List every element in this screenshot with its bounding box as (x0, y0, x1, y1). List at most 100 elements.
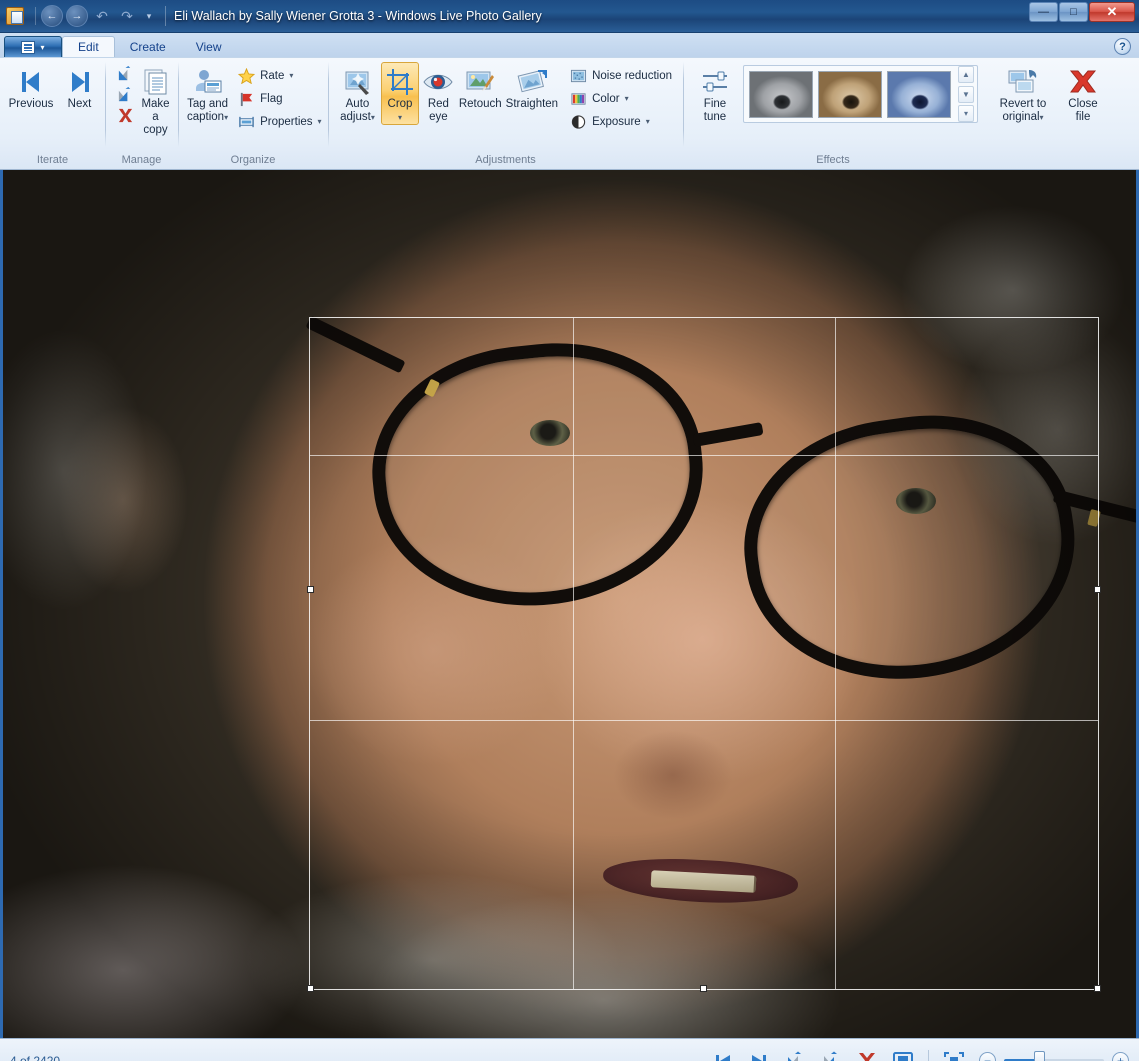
tag-and-caption-label: Tag and caption▾ (187, 98, 228, 124)
slideshow-button[interactable] (892, 1050, 914, 1061)
title-divider-2 (165, 6, 166, 26)
retouch-button[interactable]: Retouch (458, 62, 503, 112)
crop-handle-right-middle[interactable] (1094, 586, 1101, 593)
help-icon[interactable]: ? (1114, 38, 1131, 55)
zoom-slider-handle[interactable] (1034, 1050, 1045, 1061)
make-a-copy-line2: a copy (143, 111, 168, 137)
crop-handle-left-middle[interactable] (307, 586, 314, 593)
crop-handle-bottom-right[interactable] (1094, 985, 1101, 992)
previous-button[interactable]: Previous (8, 62, 54, 112)
effects-scroll-down-button[interactable]: ▼ (958, 85, 974, 103)
forward-icon[interactable]: → (66, 5, 88, 27)
chevron-down-icon: ▾ (645, 117, 650, 126)
chevron-down-icon: ▾ (1039, 113, 1044, 123)
flag-button[interactable]: Flag (233, 87, 326, 110)
delete-photo-button[interactable] (856, 1050, 878, 1061)
delete-button[interactable] (113, 105, 138, 126)
back-icon[interactable]: ← (41, 5, 63, 27)
minimize-button[interactable]: — (1029, 2, 1058, 22)
effect-thumbnail-cyanotype[interactable] (887, 70, 951, 118)
tag-line2: caption (187, 111, 225, 124)
chevron-down-icon: ▾ (224, 113, 229, 123)
crop-selection[interactable] (309, 317, 1099, 990)
rotate-counterclockwise-button[interactable] (784, 1050, 806, 1061)
crop-handle-bottom-left[interactable] (307, 985, 314, 992)
next-photo-button[interactable] (748, 1050, 770, 1061)
group-label-organize: Organize (230, 154, 276, 166)
zoom-in-button[interactable]: + (1112, 1052, 1129, 1061)
rotate-clockwise-button[interactable] (820, 1050, 842, 1061)
effect-thumbnail-sepia[interactable] (818, 70, 882, 118)
crop-handle-bottom-center[interactable] (700, 985, 707, 992)
chevron-down-icon: ▾ (289, 71, 294, 80)
tab-create[interactable]: Create (115, 36, 181, 57)
crop-button[interactable]: Crop ▾ (380, 62, 420, 126)
make-a-copy-label: Make a copy (140, 98, 171, 138)
effect-thumbnail-black-and-white[interactable] (749, 70, 813, 118)
red-eye-button[interactable]: Red eye (421, 62, 456, 125)
chevron-down-icon: ▾ (624, 94, 629, 103)
fine-tune-button[interactable]: Fine tune (691, 62, 739, 125)
zoom-control[interactable]: − + (979, 1050, 1129, 1061)
next-button[interactable]: Next (60, 62, 99, 112)
rate-button[interactable]: Rate ▾ (233, 64, 326, 87)
rotate-right-button[interactable] (113, 84, 138, 105)
tab-view[interactable]: View (181, 36, 237, 57)
rotate-left-button[interactable] (113, 63, 138, 84)
effects-gallery[interactable]: ▲ ▼ ▾ (743, 65, 978, 123)
status-bar-controls[interactable]: − + (712, 1049, 1129, 1061)
effects-scroll-up-button[interactable]: ▲ (958, 66, 974, 83)
effects-more-button[interactable]: ▾ (958, 105, 974, 122)
properties-button[interactable]: Properties ▾ (233, 110, 326, 133)
fine-tune-icon (699, 66, 731, 98)
effects-scrollbar[interactable]: ▲ ▼ ▾ (958, 66, 974, 122)
exposure-label: Exposure (592, 115, 641, 128)
group-label-adjustments: Adjustments (475, 154, 536, 166)
undo-icon[interactable]: ↶ (91, 5, 113, 27)
straighten-button[interactable]: Straighten (505, 62, 559, 112)
make-a-copy-button[interactable]: Make a copy (139, 62, 172, 139)
ribbon-group-adjustments: Auto adjust▾ Crop ▾ Red eye Retouch Stra… (328, 58, 683, 169)
noise-reduction-button[interactable]: Noise reduction (565, 64, 677, 87)
chevron-down-icon: ▾ (40, 42, 45, 52)
fit-window-icon (944, 1052, 964, 1061)
closefile-line2: file (1075, 111, 1091, 124)
quick-access-toolbar[interactable]: ← → ↶ ↷ ▾ (41, 5, 157, 27)
flag-label: Flag (260, 92, 283, 105)
color-button[interactable]: Color ▾ (565, 87, 677, 110)
ribbon-group-effects: Fine tune ▲ ▼ ▾ Revert to original▾ Clos… (683, 58, 1139, 169)
exposure-button[interactable]: Exposure ▾ (565, 110, 677, 133)
revert-to-original-button[interactable]: Revert to original▾ (992, 62, 1054, 125)
window-controls[interactable]: — □ ✕ (1029, 2, 1135, 22)
noise-reduction-label: Noise reduction (592, 69, 672, 82)
close-button[interactable]: ✕ (1089, 2, 1135, 22)
chevron-down-icon: ▾ (397, 113, 402, 123)
next-icon (65, 66, 95, 98)
rotate-right-icon (118, 86, 131, 102)
tab-edit[interactable]: Edit (62, 36, 115, 58)
noise-reduction-icon (571, 69, 587, 82)
fit-to-window-button[interactable] (943, 1050, 965, 1061)
tag-and-caption-button[interactable]: Tag and caption▾ (186, 62, 229, 125)
ribbon-group-iterate: Previous Next Iterate (0, 58, 105, 169)
close-file-button[interactable]: Close file (1058, 62, 1108, 125)
previous-photo-button[interactable] (712, 1050, 734, 1061)
close-file-label: Close file (1068, 98, 1097, 124)
retouch-label: Retouch (458, 98, 502, 110)
auto-line2: adjust (340, 111, 371, 124)
crop-grid-line-vertical-1 (573, 318, 574, 989)
file-menu-button[interactable]: ▾ (4, 36, 62, 57)
delete-icon (118, 108, 133, 123)
straighten-label: Straighten (505, 98, 559, 110)
zoom-out-button[interactable]: − (979, 1052, 996, 1061)
maximize-button[interactable]: □ (1059, 2, 1088, 22)
auto-adjust-button[interactable]: Auto adjust▾ (336, 62, 379, 125)
delete-x-icon (859, 1053, 875, 1061)
straighten-icon (516, 66, 548, 98)
redo-icon[interactable]: ↷ (116, 5, 138, 27)
group-label-effects: Effects (816, 154, 850, 166)
photo-canvas[interactable] (0, 170, 1139, 1038)
ribbon: Previous Next Iterate Make a copy Manage… (0, 57, 1139, 170)
customize-quick-access-icon[interactable]: ▾ (141, 5, 157, 27)
tag-caption-icon (192, 66, 224, 98)
